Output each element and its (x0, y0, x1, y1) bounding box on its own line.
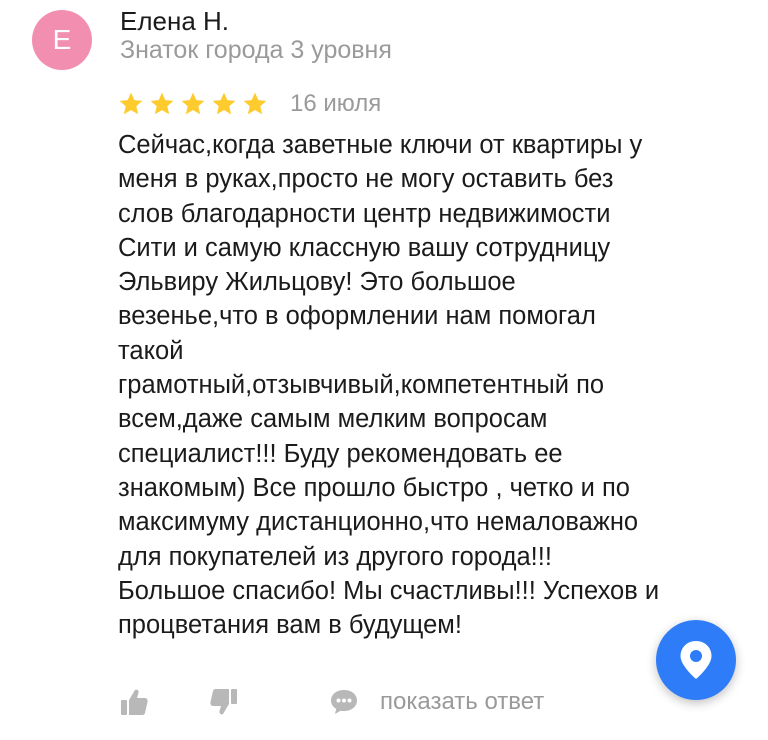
thumbs-down-icon (210, 689, 237, 715)
author-name[interactable]: Елена Н. (120, 6, 229, 37)
rating-row: 16 июля (118, 90, 381, 118)
star-icon (119, 92, 143, 115)
author-level: Знаток города 3 уровня (120, 36, 392, 64)
avatar[interactable]: Е (32, 10, 92, 70)
show-reply-label: показать ответ (380, 688, 545, 715)
review-date: 16 июля (290, 90, 382, 117)
speech-bubble-icon (331, 690, 357, 714)
map-fab-button[interactable] (656, 620, 736, 700)
map-pin-icon (680, 641, 712, 679)
star-icon (212, 92, 236, 115)
dislike-button[interactable] (208, 686, 240, 718)
star-icon (150, 92, 174, 115)
show-reply-button[interactable]: показать ответ (328, 686, 544, 718)
star-icon (181, 92, 205, 115)
like-button[interactable] (118, 686, 150, 718)
star-rating (118, 91, 268, 117)
review-actions: показать ответ (118, 686, 544, 718)
avatar-letter: Е (52, 24, 72, 55)
review-text: Сейчас,когда заветные ключи от квартиры … (118, 131, 660, 640)
thumbs-up-icon (121, 689, 148, 715)
star-icon (243, 92, 267, 115)
